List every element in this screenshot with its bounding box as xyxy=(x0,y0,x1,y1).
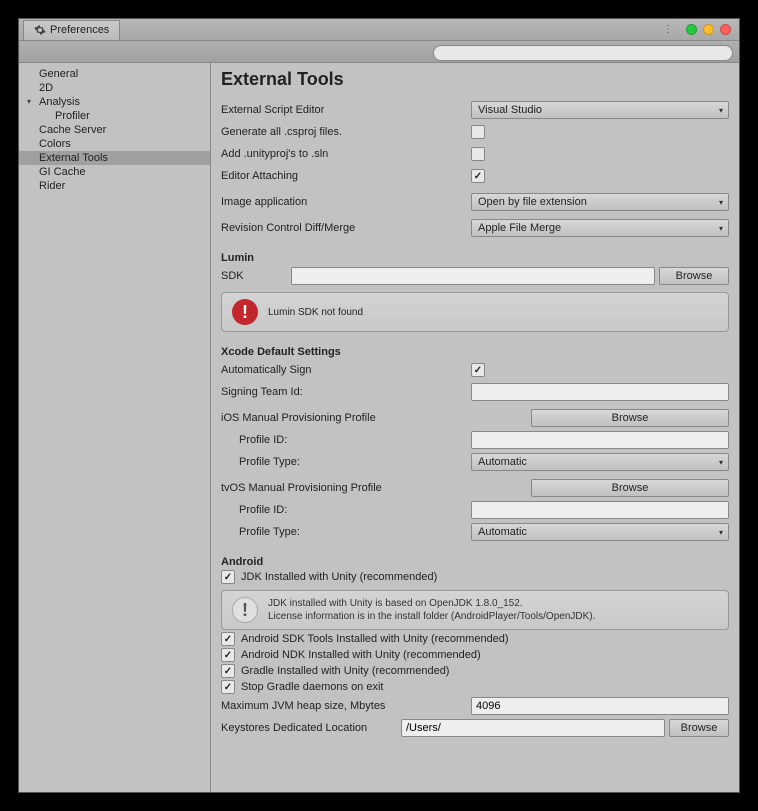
keystore-label: Keystores Dedicated Location xyxy=(221,722,401,734)
heap-size-input[interactable] xyxy=(471,697,729,715)
tvos-profile-id-input[interactable] xyxy=(471,501,729,519)
editor-attaching-checkbox[interactable] xyxy=(471,169,485,183)
sidebar-item-external-tools[interactable]: External Tools xyxy=(19,151,210,165)
jdk-label: JDK Installed with Unity (recommended) xyxy=(241,571,437,583)
ios-profile-id-input[interactable] xyxy=(471,431,729,449)
image-app-label: Image application xyxy=(221,196,471,208)
sidebar-item-analysis[interactable]: Analysis xyxy=(19,95,210,109)
team-id-label: Signing Team Id: xyxy=(221,386,471,398)
content-panel: External Tools External Script Editor Vi… xyxy=(211,63,739,792)
error-icon: ! xyxy=(232,299,258,325)
preferences-window: Preferences ⋮ General 2D Analysis Profil… xyxy=(18,18,740,793)
jdk-info-line2: License information is in the install fo… xyxy=(268,610,595,623)
sidebar-item-gi-cache[interactable]: GI Cache xyxy=(19,165,210,179)
jdk-checkbox[interactable] xyxy=(221,570,235,584)
titlebar: Preferences ⋮ xyxy=(19,19,739,41)
jdk-info-line1: JDK installed with Unity is based on Ope… xyxy=(268,597,595,610)
xcode-heading: Xcode Default Settings xyxy=(221,346,729,358)
tvos-provisioning-label: tvOS Manual Provisioning Profile xyxy=(221,482,531,494)
lumin-warning-text: Lumin SDK not found xyxy=(268,307,363,318)
script-editor-dropdown[interactable]: Visual Studio xyxy=(471,101,729,119)
sidebar-item-rider[interactable]: Rider xyxy=(19,179,210,193)
toolbar xyxy=(19,41,739,63)
android-sdk-label: Android SDK Tools Installed with Unity (… xyxy=(241,633,509,645)
sidebar-item-cache-server[interactable]: Cache Server xyxy=(19,123,210,137)
gen-csproj-checkbox[interactable] xyxy=(471,125,485,139)
tvos-profile-id-label: Profile ID: xyxy=(221,504,471,516)
image-app-dropdown[interactable]: Open by file extension xyxy=(471,193,729,211)
minimize-button[interactable] xyxy=(686,24,697,35)
android-ndk-checkbox[interactable] xyxy=(221,648,235,662)
lumin-warning-box: ! Lumin SDK not found xyxy=(221,292,729,332)
lumin-heading: Lumin xyxy=(221,252,729,264)
tvos-browse-button[interactable]: Browse xyxy=(531,479,729,497)
ios-profile-id-label: Profile ID: xyxy=(221,434,471,446)
sidebar-item-2d[interactable]: 2D xyxy=(19,81,210,95)
preferences-tab[interactable]: Preferences xyxy=(23,20,120,40)
ios-profile-type-dropdown[interactable]: Automatic xyxy=(471,453,729,471)
keystore-browse-button[interactable]: Browse xyxy=(669,719,729,737)
jdk-info-box: ! JDK installed with Unity is based on O… xyxy=(221,590,729,630)
stop-gradle-checkbox[interactable] xyxy=(221,680,235,694)
sidebar: General 2D Analysis Profiler Cache Serve… xyxy=(19,63,211,792)
tvos-profile-type-label: Profile Type: xyxy=(221,526,471,538)
gradle-label: Gradle Installed with Unity (recommended… xyxy=(241,665,449,677)
auto-sign-checkbox[interactable] xyxy=(471,363,485,377)
ios-profile-type-label: Profile Type: xyxy=(221,456,471,468)
keystore-input[interactable] xyxy=(401,719,665,737)
add-unityproj-checkbox[interactable] xyxy=(471,147,485,161)
gen-csproj-label: Generate all .csproj files. xyxy=(221,126,471,138)
android-sdk-checkbox[interactable] xyxy=(221,632,235,646)
ios-provisioning-label: iOS Manual Provisioning Profile xyxy=(221,412,531,424)
page-title: External Tools xyxy=(221,69,729,90)
tab-label: Preferences xyxy=(50,24,109,36)
sidebar-item-profiler[interactable]: Profiler xyxy=(19,109,210,123)
ios-browse-button[interactable]: Browse xyxy=(531,409,729,427)
sidebar-item-colors[interactable]: Colors xyxy=(19,137,210,151)
gear-icon xyxy=(34,24,46,36)
close-button[interactable] xyxy=(720,24,731,35)
android-heading: Android xyxy=(221,556,729,568)
revision-control-label: Revision Control Diff/Merge xyxy=(221,222,471,234)
window-controls: ⋮ xyxy=(663,24,731,35)
android-ndk-label: Android NDK Installed with Unity (recomm… xyxy=(241,649,481,661)
stop-gradle-label: Stop Gradle daemons on exit xyxy=(241,681,383,693)
tvos-profile-type-dropdown[interactable]: Automatic xyxy=(471,523,729,541)
lumin-browse-button[interactable]: Browse xyxy=(659,267,729,285)
sidebar-item-general[interactable]: General xyxy=(19,67,210,81)
lumin-sdk-input[interactable] xyxy=(291,267,655,285)
add-unityproj-label: Add .unityproj's to .sln xyxy=(221,148,471,160)
gradle-checkbox[interactable] xyxy=(221,664,235,678)
maximize-button[interactable] xyxy=(703,24,714,35)
search-input[interactable] xyxy=(433,45,733,61)
menu-icon[interactable]: ⋮ xyxy=(663,24,674,35)
auto-sign-label: Automatically Sign xyxy=(221,364,471,376)
revision-control-dropdown[interactable]: Apple File Merge xyxy=(471,219,729,237)
info-icon: ! xyxy=(232,597,258,623)
script-editor-label: External Script Editor xyxy=(221,104,471,116)
team-id-input[interactable] xyxy=(471,383,729,401)
editor-attaching-label: Editor Attaching xyxy=(221,170,471,182)
lumin-sdk-label: SDK xyxy=(221,270,291,282)
heap-size-label: Maximum JVM heap size, Mbytes xyxy=(221,700,471,712)
